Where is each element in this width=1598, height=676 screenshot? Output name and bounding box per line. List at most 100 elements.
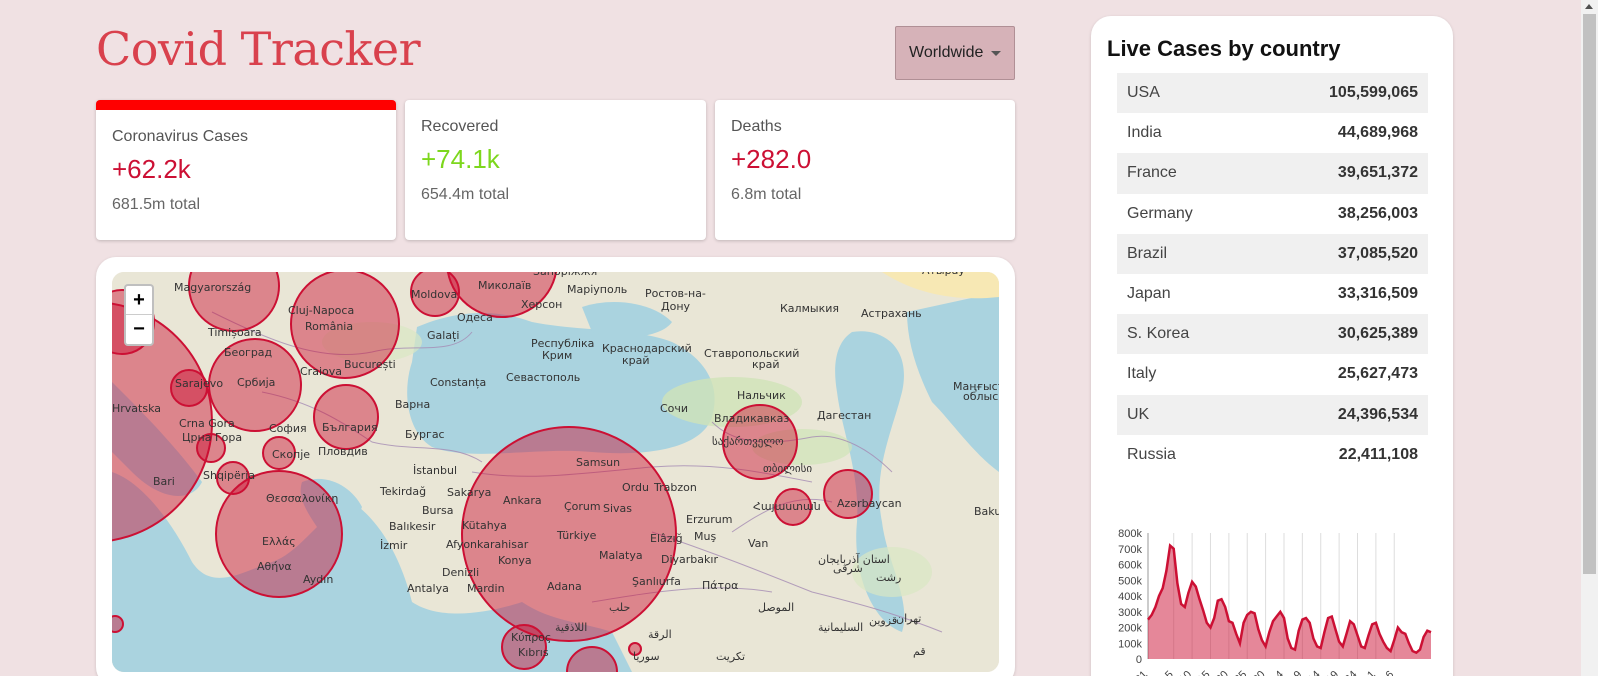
- x-tick-label: 1: [1365, 669, 1378, 676]
- table-row: S. Korea 30,625,389: [1117, 314, 1428, 355]
- map-label: Sivas: [603, 502, 632, 515]
- stat-value: +62.2k: [112, 154, 191, 184]
- map-label: Malatya: [599, 549, 643, 562]
- table-row: India 44,689,968: [1117, 113, 1428, 153]
- map-label: Tekirdağ: [379, 485, 426, 498]
- table-row: France 39,651,372: [1117, 153, 1428, 194]
- y-tick-label: 100k: [1118, 638, 1142, 650]
- map-label: საქართველო: [712, 435, 784, 448]
- map-label: Kütahya: [462, 519, 507, 532]
- map-label: Ankara: [503, 494, 542, 507]
- zoom-in-button[interactable]: +: [126, 286, 152, 315]
- map-label: Moldova: [411, 288, 457, 301]
- map-label: Erzurum: [686, 513, 732, 526]
- zoom-control: + −: [124, 284, 154, 346]
- country-name: Brazil: [1127, 244, 1168, 262]
- x-tick-label: 30: [1251, 669, 1268, 676]
- stat-card-cases[interactable]: Coronavirus Cases +62.2k 681.5m total: [96, 100, 396, 240]
- y-tick-label: 300k: [1118, 607, 1142, 619]
- y-tick-label: 400k: [1118, 591, 1142, 603]
- map-label: Пловдив: [318, 445, 368, 458]
- map-label: Cluj-Napoca: [288, 304, 354, 317]
- map-label: Ростов-на-: [645, 287, 706, 300]
- map-label: Херсон: [521, 298, 562, 311]
- country-name: Russia: [1127, 445, 1176, 463]
- map-label: край: [752, 358, 780, 371]
- cases-graph: 800k 700k 600k 500k 400k 300k 200k 100k 0 31 51015…: [1118, 528, 1432, 676]
- map-label: Sarajevo: [175, 377, 223, 390]
- map-label: Сочи: [660, 402, 688, 415]
- stat-label: Coronavirus Cases: [112, 128, 249, 145]
- map-label: Варна: [395, 398, 430, 411]
- map-label: România: [305, 320, 353, 333]
- live-cases-panel: Live Cases by country USA 105,599,065 Indi…: [1091, 16, 1453, 676]
- map-label: Konya: [498, 554, 532, 567]
- x-tick-label: 19: [1324, 669, 1341, 676]
- x-tick-label: 15: [1195, 669, 1212, 676]
- stat-label: Deaths: [731, 118, 782, 135]
- country-cases: 39,651,372: [1337, 164, 1418, 182]
- map-label: Калмыкия: [780, 302, 839, 315]
- map-label: Дагестан: [817, 409, 871, 422]
- map-label: Samsun: [576, 456, 620, 469]
- country-name: France: [1127, 164, 1177, 182]
- scroll-up-icon[interactable]: [1585, 4, 1593, 9]
- map-label: Κύπρος: [511, 631, 551, 644]
- table-row: Italy 25,627,473: [1117, 354, 1428, 394]
- y-tick-label: 800k: [1118, 528, 1142, 540]
- map-label: Црна Гора: [182, 431, 242, 444]
- country-name: Italy: [1127, 365, 1157, 383]
- scrollbar[interactable]: [1581, 0, 1598, 676]
- table-row: Brazil 37,085,520: [1117, 233, 1428, 274]
- map-label: حلب: [609, 601, 630, 614]
- map-label: Крим: [542, 349, 572, 362]
- x-tick-label: 6: [1384, 669, 1397, 676]
- stat-value: +74.1k: [421, 144, 500, 174]
- scrollbar-thumb[interactable]: [1583, 14, 1596, 574]
- map-label: Հայաստան: [753, 500, 821, 513]
- map-label: Запоріжжя: [533, 272, 597, 278]
- country-name: India: [1127, 124, 1162, 142]
- country-select[interactable]: Worldwide: [895, 26, 1015, 80]
- map-label: الموصل: [758, 601, 794, 614]
- x-tick-label: 14: [1306, 669, 1323, 676]
- country-table: USA 105,599,065 India 44,689,968 France 39,65…: [1117, 73, 1428, 475]
- country-cases: 44,689,968: [1337, 124, 1418, 142]
- table-row: UK 24,396,534: [1117, 394, 1428, 435]
- map-label: България: [322, 421, 378, 434]
- map-label: Van: [748, 537, 768, 550]
- stat-card-recovered[interactable]: Recovered +74.1k 654.4m total: [405, 100, 706, 240]
- x-tick-label: 5: [1163, 669, 1176, 676]
- map-label: Çorum: [564, 500, 601, 513]
- map-label: رشت: [876, 571, 901, 584]
- map-label: Одеса: [457, 311, 493, 324]
- stat-card-deaths[interactable]: Deaths +282.0 6.8m total: [715, 100, 1015, 240]
- country-cases: 33,316,509: [1337, 285, 1418, 303]
- map-card: + − Magyarország Cluj-Napoca România Mol…: [96, 257, 1015, 676]
- table-row: Russia 22,411,108: [1117, 435, 1428, 475]
- country-cases: 37,085,520: [1337, 244, 1418, 262]
- map-label: İstanbul: [413, 464, 457, 477]
- live-cases-title: Live Cases by country: [1107, 36, 1341, 61]
- map-label: شرقی: [833, 562, 863, 575]
- map-label: Bari: [153, 475, 175, 488]
- map-label: Diyarbakır: [661, 553, 718, 566]
- map-label: اللاذقية: [555, 621, 587, 634]
- table-row: Japan 33,316,509: [1117, 274, 1428, 314]
- country-name: Germany: [1127, 204, 1193, 222]
- x-tick-label: 10: [1177, 669, 1194, 676]
- map-label: Севастополь: [506, 371, 580, 384]
- map[interactable]: + − Magyarország Cluj-Napoca România Mol…: [112, 272, 999, 672]
- x-tick-label: 9: [1292, 669, 1305, 676]
- stat-total: 681.5m total: [112, 196, 201, 213]
- map-label: Trabzon: [653, 481, 697, 494]
- map-label: облысы: [963, 390, 999, 403]
- zoom-out-button[interactable]: −: [126, 315, 152, 344]
- map-label: Galați: [427, 329, 459, 342]
- map-label: İzmir: [380, 539, 408, 552]
- map-label: Ελλάς: [262, 535, 296, 548]
- map-label: الرقة: [648, 628, 672, 641]
- map-label: السليمانية: [818, 621, 863, 634]
- map-label: Timișoara: [207, 326, 262, 339]
- map-label: Elâzığ: [650, 532, 683, 545]
